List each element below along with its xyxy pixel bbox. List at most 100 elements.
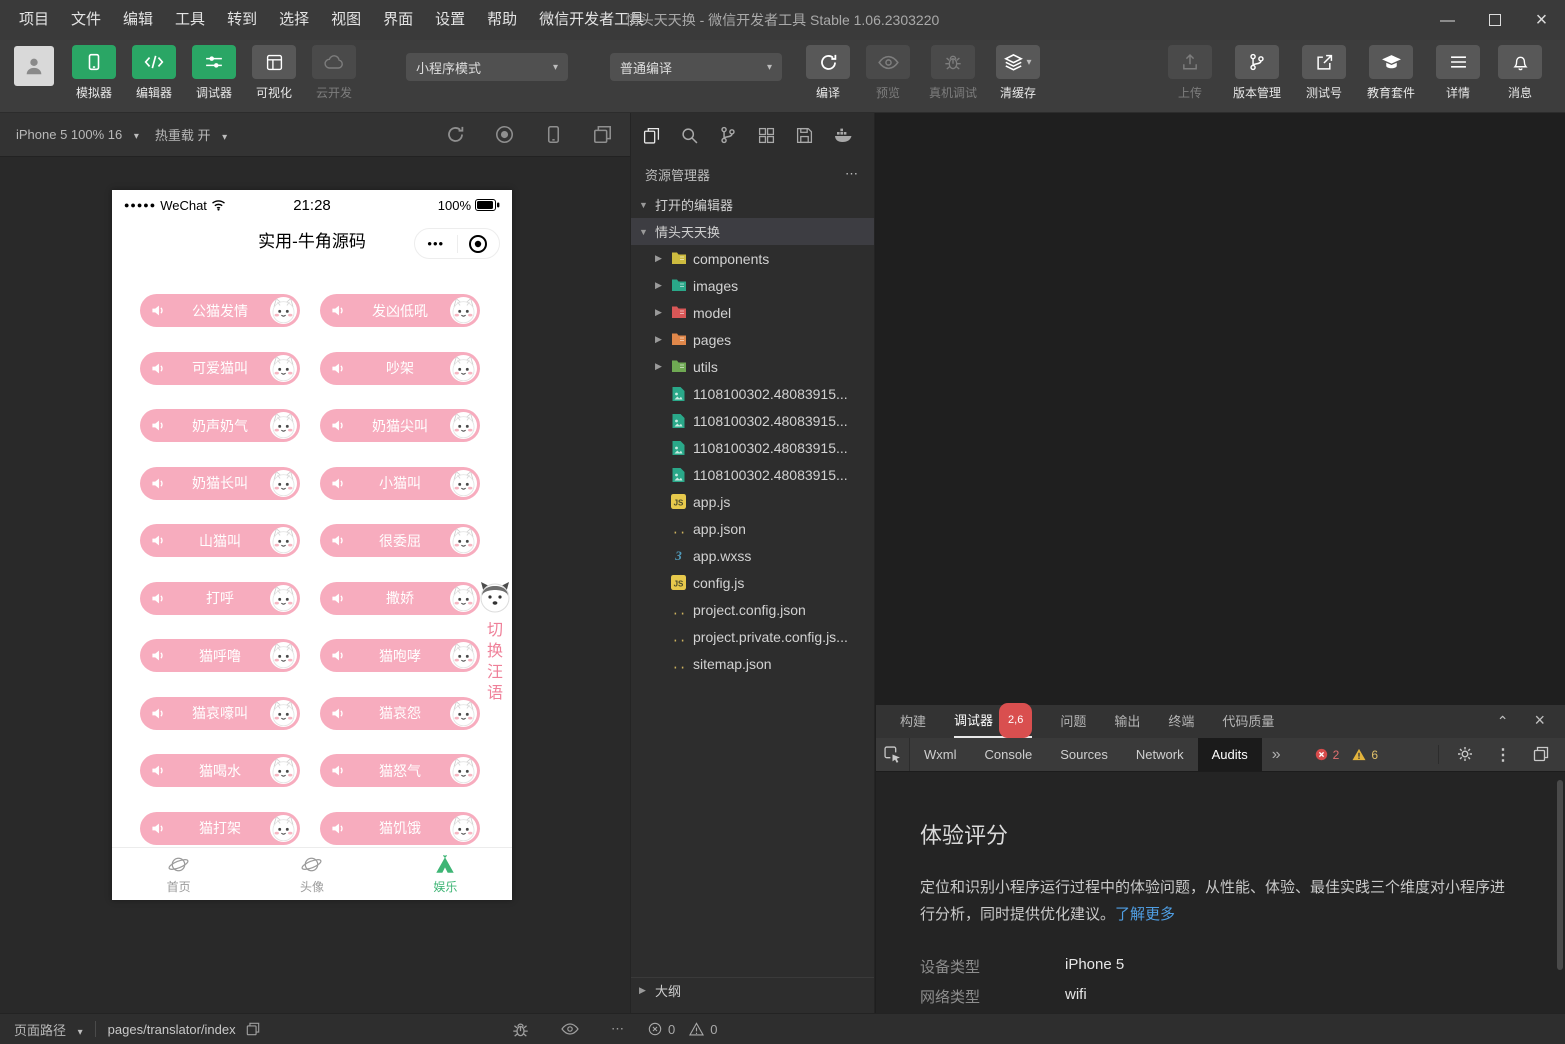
sound-button-吵架[interactable]: 吵架 [320, 352, 480, 385]
docker-icon[interactable] [834, 127, 854, 143]
blocks-icon[interactable] [758, 127, 775, 144]
file-1108100302.48083915...[interactable]: 1108100302.48083915... [631, 407, 874, 434]
debugger-tab-调试器[interactable]: 调试器2,6 [954, 705, 1032, 738]
user-avatar[interactable] [14, 46, 54, 86]
disk-icon[interactable] [796, 127, 813, 144]
menu-视图[interactable]: 视图 [320, 0, 372, 40]
sound-button-很委屈[interactable]: 很委屈 [320, 524, 480, 557]
devtools-tab-Wxml[interactable]: Wxml [910, 738, 971, 771]
menu-界面[interactable]: 界面 [372, 0, 424, 40]
eye-icon[interactable] [561, 1022, 579, 1036]
sound-button-猫咆哮[interactable]: 猫咆哮 [320, 639, 480, 672]
devtools-tab-Sources[interactable]: Sources [1046, 738, 1122, 771]
maximize-button[interactable] [1471, 0, 1518, 40]
sound-button-山猫叫[interactable]: 山猫叫 [140, 524, 300, 557]
menu-转到[interactable]: 转到 [216, 0, 268, 40]
inspect-element-button[interactable] [876, 738, 910, 771]
section-project-root[interactable]: ▼ 情头天天换 [631, 218, 874, 245]
devtools-tab-Audits[interactable]: Audits [1198, 738, 1262, 771]
minimize-button[interactable]: — [1424, 0, 1471, 40]
tool-button-消息[interactable]: 消息 [1489, 45, 1551, 101]
tab-娱乐[interactable]: 娱乐 [379, 848, 512, 900]
debugger-tab-构建[interactable]: 构建 [900, 705, 926, 738]
file-config.js[interactable]: JSconfig.js [631, 569, 874, 596]
sound-button-猫喝水[interactable]: 猫喝水 [140, 754, 300, 787]
refresh-icon[interactable] [446, 125, 465, 144]
ellipsis-icon[interactable]: ⋯ [611, 1021, 626, 1037]
file-app.wxss[interactable]: 3app.wxss [631, 542, 874, 569]
file-1108100302.48083915...[interactable]: 1108100302.48083915... [631, 380, 874, 407]
mode-select[interactable]: 小程序模式▾ [406, 53, 568, 81]
sound-button-撒娇[interactable]: 撒娇 [320, 582, 480, 615]
view-button-编辑器[interactable]: 编辑器 [124, 45, 184, 101]
view-button-云开发[interactable]: 云开发 [304, 45, 364, 101]
exit-button[interactable] [458, 234, 500, 254]
folder-components[interactable]: ▶components [631, 245, 874, 272]
sound-button-猫哀怨[interactable]: 猫哀怨 [320, 697, 480, 730]
file-1108100302.48083915...[interactable]: 1108100302.48083915... [631, 461, 874, 488]
switch-language-widget[interactable] [477, 578, 513, 614]
tab-头像[interactable]: 头像 [245, 848, 378, 900]
sound-button-猫怒气[interactable]: 猫怒气 [320, 754, 480, 787]
file-project.private.config.js...[interactable]: {..}project.private.config.js... [631, 623, 874, 650]
file-1108100302.48083915...[interactable]: 1108100302.48083915... [631, 434, 874, 461]
file-project.config.json[interactable]: {..}project.config.json [631, 596, 874, 623]
more-button[interactable]: ••• [415, 236, 457, 251]
kebab-menu-icon[interactable]: ⋮ [1495, 745, 1511, 765]
bug-icon[interactable] [512, 1021, 529, 1038]
branch-icon[interactable] [719, 126, 737, 144]
action-button-编译[interactable]: 编译 [798, 45, 858, 101]
menu-设置[interactable]: 设置 [424, 0, 476, 40]
debugger-tab-代码质量[interactable]: 代码质量 [1222, 705, 1274, 738]
sound-button-奶声奶气[interactable]: 奶声奶气 [140, 409, 300, 442]
copy-icon[interactable] [246, 1022, 260, 1036]
more-tabs-icon[interactable]: » [1262, 746, 1291, 764]
tab-首页[interactable]: 首页 [112, 848, 245, 900]
section-open-editors[interactable]: ▼ 打开的编辑器 [631, 191, 874, 218]
learn-more-link[interactable]: 了解更多 [1115, 906, 1175, 923]
outline-section[interactable]: ▶ 大纲 [631, 977, 874, 1003]
debugger-tab-终端[interactable]: 终端 [1168, 705, 1194, 738]
menu-编辑[interactable]: 编辑 [112, 0, 164, 40]
tool-button-版本管理[interactable]: 版本管理 [1221, 45, 1293, 101]
sound-button-可爱猫叫[interactable]: 可爱猫叫 [140, 352, 300, 385]
tool-button-详情[interactable]: 详情 [1427, 45, 1489, 101]
menu-文件[interactable]: 文件 [60, 0, 112, 40]
menu-选择[interactable]: 选择 [268, 0, 320, 40]
action-button-清缓存[interactable]: ▾清缓存 [988, 45, 1048, 101]
folder-utils[interactable]: ▶utils [631, 353, 874, 380]
collapse-icon[interactable]: ⌃ [1497, 713, 1509, 730]
menu-工具[interactable]: 工具 [164, 0, 216, 40]
search-icon[interactable] [681, 127, 698, 144]
tool-button-教育套件[interactable]: 教育套件 [1355, 45, 1427, 101]
sound-button-小猫叫[interactable]: 小猫叫 [320, 467, 480, 500]
gear-icon[interactable] [1457, 746, 1473, 762]
compile-mode-select[interactable]: 普通编译▾ [610, 53, 782, 81]
scrollbar[interactable] [1557, 780, 1563, 970]
sound-button-猫呼噜[interactable]: 猫呼噜 [140, 639, 300, 672]
devtools-tab-Console[interactable]: Console [971, 738, 1047, 771]
hot-reload-toggle[interactable]: 热重载 开 ▾ [155, 125, 227, 144]
device-selector[interactable]: iPhone 5 100% 16 ▾ [16, 127, 139, 142]
view-button-模拟器[interactable]: 模拟器 [64, 45, 124, 101]
sound-button-猫打架[interactable]: 猫打架 [140, 812, 300, 845]
multi-window-icon[interactable] [593, 125, 612, 144]
menu-帮助[interactable]: 帮助 [476, 0, 528, 40]
view-button-可视化[interactable]: 可视化 [244, 45, 304, 101]
debugger-tab-问题[interactable]: 问题 [1060, 705, 1086, 738]
sound-button-公猫发情[interactable]: 公猫发情 [140, 294, 300, 327]
tool-button-测试号[interactable]: 测试号 [1293, 45, 1355, 101]
folder-images[interactable]: ▶images [631, 272, 874, 299]
sound-button-打呼[interactable]: 打呼 [140, 582, 300, 615]
files-icon[interactable] [643, 127, 660, 144]
sound-button-奶猫尖叫[interactable]: 奶猫尖叫 [320, 409, 480, 442]
sound-button-发凶低吼[interactable]: 发凶低吼 [320, 294, 480, 327]
file-sitemap.json[interactable]: {..}sitemap.json [631, 650, 874, 677]
menu-项目[interactable]: 项目 [8, 0, 60, 40]
sound-button-奶猫长叫[interactable]: 奶猫长叫 [140, 467, 300, 500]
sound-button-猫哀嚎叫[interactable]: 猫哀嚎叫 [140, 697, 300, 730]
switch-language-label[interactable]: 切换汪语 [484, 620, 506, 704]
page-path-selector[interactable]: 页面路径 ▾ [14, 1020, 83, 1039]
debugger-tab-输出[interactable]: 输出 [1114, 705, 1140, 738]
file-app.json[interactable]: {..}app.json [631, 515, 874, 542]
